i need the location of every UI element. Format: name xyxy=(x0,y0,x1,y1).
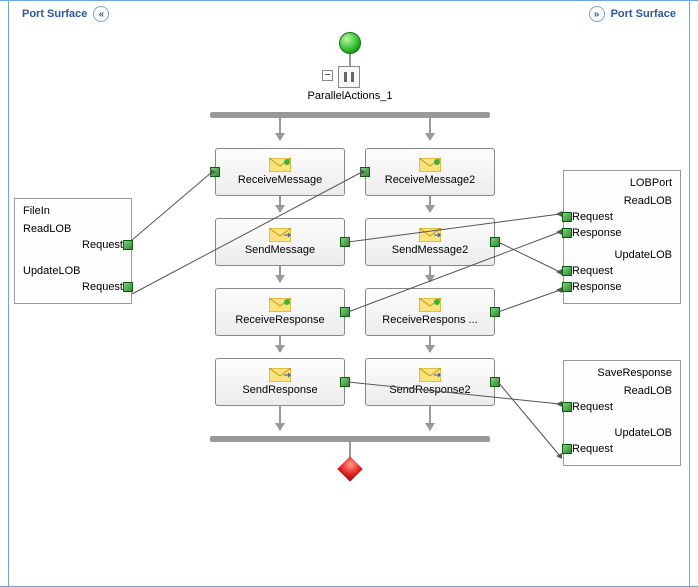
parallel-top-bar xyxy=(210,112,490,118)
port-connector[interactable] xyxy=(123,282,133,292)
port-message[interactable]: Response xyxy=(568,279,676,295)
receive-message-shape[interactable]: ReceiveMessage xyxy=(215,148,345,196)
operation-title: ReadLOB xyxy=(19,221,127,237)
end-shape[interactable] xyxy=(337,456,362,481)
shape-port-connector[interactable] xyxy=(360,167,370,177)
message-label: Request xyxy=(572,443,613,455)
flow-arrow xyxy=(279,336,281,352)
port-surface-label: Port Surface xyxy=(22,8,87,20)
shape-port-connector[interactable] xyxy=(210,167,220,177)
send-icon xyxy=(419,368,441,382)
receive-icon xyxy=(419,298,441,312)
shape-label: SendResponse2 xyxy=(389,384,470,396)
flow-arrow xyxy=(429,118,431,140)
send-response2-shape[interactable]: SendResponse2 xyxy=(365,358,495,406)
shape-label: SendResponse xyxy=(242,384,317,396)
shape-port-connector[interactable] xyxy=(340,377,350,387)
port-title: SaveResponse xyxy=(568,367,676,383)
flow-arrow xyxy=(429,196,431,212)
port-message[interactable]: Request xyxy=(568,263,676,279)
flow-arrow xyxy=(429,266,431,282)
port-connector[interactable] xyxy=(123,240,133,250)
message-label: Request xyxy=(572,211,613,223)
port-connector[interactable] xyxy=(562,212,572,222)
receive-icon xyxy=(269,298,291,312)
port-saveresponse[interactable]: SaveResponse ReadLOB Request UpdateLOB R… xyxy=(563,360,681,466)
start-shape[interactable] xyxy=(339,32,361,54)
message-label: Request xyxy=(82,281,123,293)
collapse-left-icon[interactable]: « xyxy=(93,6,109,22)
top-border xyxy=(0,0,698,1)
orchestration-canvas: Port Surface « » Port Surface − Parallel… xyxy=(0,0,698,587)
port-message[interactable]: Request xyxy=(19,237,127,253)
shape-label: SendMessage xyxy=(245,244,315,256)
left-border xyxy=(8,0,9,587)
port-title: LOBPort xyxy=(568,177,676,193)
port-message[interactable]: Request xyxy=(568,209,676,225)
flow-arrow xyxy=(279,196,281,212)
operation-title: UpdateLOB xyxy=(568,247,676,263)
port-filein[interactable]: FileIn ReadLOB Request UpdateLOB Request xyxy=(14,198,132,304)
parallel-glyph-icon xyxy=(341,69,357,85)
operation-title: ReadLOB xyxy=(568,383,676,399)
send-icon xyxy=(419,228,441,242)
port-connector[interactable] xyxy=(562,402,572,412)
shape-port-connector[interactable] xyxy=(490,307,500,317)
left-port-surface-header: Port Surface « xyxy=(22,6,109,22)
flow-arrow xyxy=(279,118,281,140)
flow-arrow xyxy=(429,406,431,430)
receive-icon xyxy=(419,158,441,172)
right-port-surface-header: » Port Surface xyxy=(589,6,676,22)
send-icon xyxy=(269,228,291,242)
operation-title: ReadLOB xyxy=(568,193,676,209)
operation-title: UpdateLOB xyxy=(568,425,676,441)
send-message-shape[interactable]: SendMessage xyxy=(215,218,345,266)
shape-label: SendMessage2 xyxy=(392,244,468,256)
send-response-shape[interactable]: SendResponse xyxy=(215,358,345,406)
receive-message2-shape[interactable]: ReceiveMessage2 xyxy=(365,148,495,196)
shape-port-connector[interactable] xyxy=(340,307,350,317)
message-label: Response xyxy=(572,227,622,239)
port-message[interactable]: Request xyxy=(19,279,127,295)
shape-port-connector[interactable] xyxy=(340,237,350,247)
send-message2-shape[interactable]: SendMessage2 xyxy=(365,218,495,266)
parallel-icon[interactable] xyxy=(338,66,360,88)
message-label: Request xyxy=(572,401,613,413)
shape-port-connector[interactable] xyxy=(490,377,500,387)
port-message[interactable]: Response xyxy=(568,225,676,241)
port-connector[interactable] xyxy=(562,282,572,292)
receive-response2-shape[interactable]: ReceiveRespons ... xyxy=(365,288,495,336)
collapse-right-icon[interactable]: » xyxy=(589,6,605,22)
parallel-label: ParallelActions_1 xyxy=(300,90,400,102)
shape-label: ReceiveMessage2 xyxy=(385,174,476,186)
operation-title: UpdateLOB xyxy=(19,263,127,279)
port-message[interactable]: Request xyxy=(568,399,676,415)
receive-response-shape[interactable]: ReceiveResponse xyxy=(215,288,345,336)
port-connector[interactable] xyxy=(562,444,572,454)
port-connector[interactable] xyxy=(562,266,572,276)
flow-arrow xyxy=(279,266,281,282)
right-border xyxy=(689,0,690,587)
shape-port-connector[interactable] xyxy=(490,237,500,247)
port-surface-label: Port Surface xyxy=(611,8,676,20)
port-message[interactable]: Request xyxy=(568,441,676,457)
shape-label: ReceiveMessage xyxy=(238,174,322,186)
port-connector[interactable] xyxy=(562,228,572,238)
port-lobport[interactable]: LOBPort ReadLOB Request Response UpdateL… xyxy=(563,170,681,304)
flow-arrow xyxy=(429,336,431,352)
message-label: Request xyxy=(82,239,123,251)
message-label: Response xyxy=(572,281,622,293)
send-icon xyxy=(269,368,291,382)
receive-icon xyxy=(269,158,291,172)
expand-toggle[interactable]: − xyxy=(322,70,333,81)
message-label: Request xyxy=(572,265,613,277)
shape-label: ReceiveRespons ... xyxy=(382,314,477,326)
flow-arrow xyxy=(279,406,281,430)
shape-label: ReceiveResponse xyxy=(235,314,324,326)
port-title: FileIn xyxy=(19,205,127,221)
